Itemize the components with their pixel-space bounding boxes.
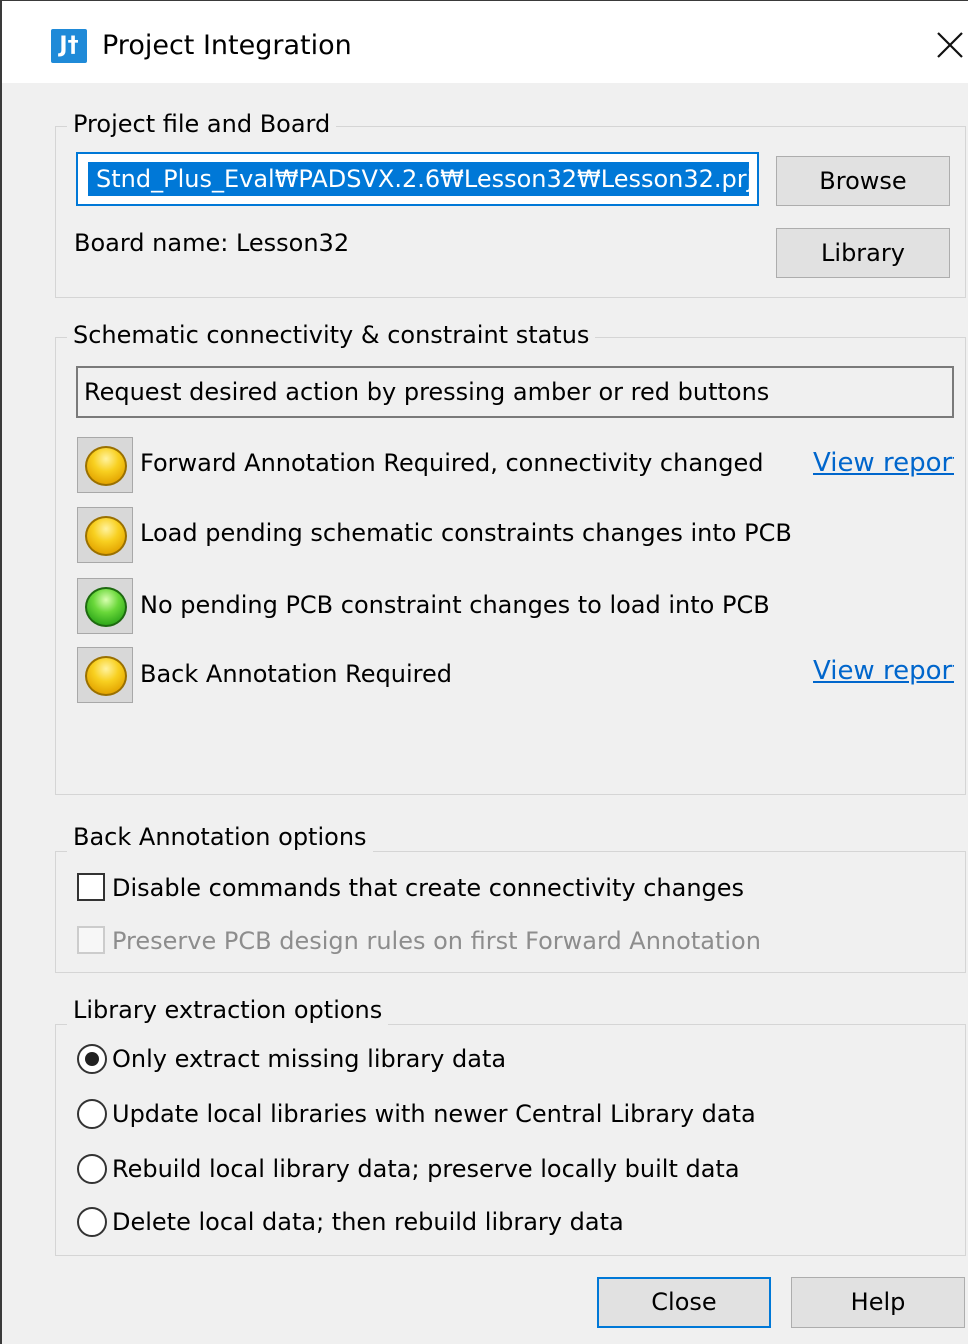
status-message-box: Request desired action by pressing amber… bbox=[76, 366, 954, 418]
library-button[interactable]: Library bbox=[776, 228, 950, 278]
project-path-input[interactable]: Stnd_Plus_Eval₩PADSVX.2.6₩Lesson32₩Lesso… bbox=[76, 152, 759, 206]
radio-label: Delete local data; then rebuild library … bbox=[112, 1208, 624, 1236]
disable-connectivity-checkbox[interactable] bbox=[77, 873, 105, 901]
load-constraints-button[interactable] bbox=[77, 507, 133, 563]
radio-selected-dot bbox=[85, 1052, 99, 1066]
green-indicator-icon bbox=[85, 587, 127, 627]
checkbox-label: Disable commands that create connectivit… bbox=[112, 874, 745, 902]
status-group-label: Schematic connectivity & constraint stat… bbox=[67, 320, 596, 350]
browse-button[interactable]: Browse bbox=[776, 156, 950, 206]
board-name-label: Board name: Lesson32 bbox=[74, 229, 350, 257]
project-path-selected-text: Stnd_Plus_Eval₩PADSVX.2.6₩Lesson32₩Lesso… bbox=[88, 162, 749, 196]
help-button[interactable]: Help bbox=[791, 1277, 965, 1328]
back-annotation-group-label: Back Annotation options bbox=[67, 822, 373, 852]
checkbox-label: Preserve PCB design rules on first Forwa… bbox=[112, 927, 761, 955]
status-item-label: No pending PCB constraint changes to loa… bbox=[140, 591, 770, 619]
pcb-constraints-button[interactable] bbox=[77, 578, 133, 634]
library-extraction-group-label: Library extraction options bbox=[67, 995, 389, 1025]
amber-indicator-icon bbox=[85, 656, 127, 696]
close-icon[interactable] bbox=[930, 25, 968, 65]
update-local-libraries-radio[interactable] bbox=[77, 1099, 107, 1129]
project-file-group-label: Project file and Board bbox=[67, 109, 337, 139]
radio-label: Rebuild local library data; preserve loc… bbox=[112, 1155, 740, 1183]
delete-local-data-radio[interactable] bbox=[77, 1207, 107, 1237]
view-report-link[interactable]: View report bbox=[813, 447, 954, 479]
rebuild-local-library-radio[interactable] bbox=[77, 1154, 107, 1184]
view-report-link[interactable]: View report bbox=[813, 655, 954, 687]
status-item-label: Forward Annotation Required, connectivit… bbox=[140, 449, 764, 477]
status-item-label: Back Annotation Required bbox=[140, 660, 452, 688]
status-item-label: Load pending schematic constraints chang… bbox=[140, 519, 792, 547]
preserve-rules-checkbox bbox=[77, 926, 105, 954]
project-integration-dialog: J† Project Integration Project file and … bbox=[0, 0, 968, 1344]
radio-label: Only extract missing library data bbox=[112, 1045, 507, 1073]
forward-annotation-button[interactable] bbox=[77, 437, 133, 493]
back-annotation-button[interactable] bbox=[77, 647, 133, 703]
radio-label: Update local libraries with newer Centra… bbox=[112, 1100, 756, 1128]
only-extract-missing-radio[interactable] bbox=[77, 1044, 107, 1074]
title-bar: J† Project Integration bbox=[2, 1, 968, 83]
amber-indicator-icon bbox=[85, 446, 127, 486]
close-button[interactable]: Close bbox=[597, 1277, 771, 1328]
status-message: Request desired action by pressing amber… bbox=[84, 378, 770, 406]
window-title: Project Integration bbox=[102, 30, 352, 61]
app-icon: J† bbox=[51, 29, 87, 63]
amber-indicator-icon bbox=[85, 516, 127, 556]
